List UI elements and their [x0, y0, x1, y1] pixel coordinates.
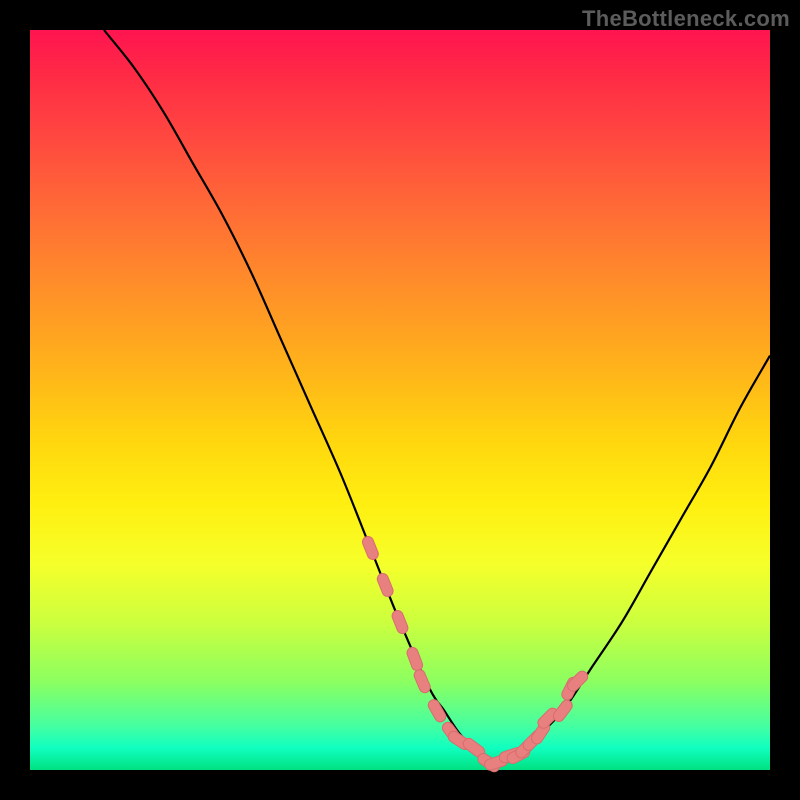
bottleneck-curve [104, 30, 770, 764]
valley-marker [405, 646, 424, 672]
valley-marker [390, 609, 409, 635]
curve-layer [30, 30, 770, 770]
valley-marker [361, 535, 380, 561]
valley-markers [361, 535, 590, 774]
valley-marker [412, 668, 432, 694]
watermark-text: TheBottleneck.com [582, 6, 790, 32]
plot-area [30, 30, 770, 770]
chart-stage: TheBottleneck.com [0, 0, 800, 800]
valley-marker [376, 572, 395, 598]
